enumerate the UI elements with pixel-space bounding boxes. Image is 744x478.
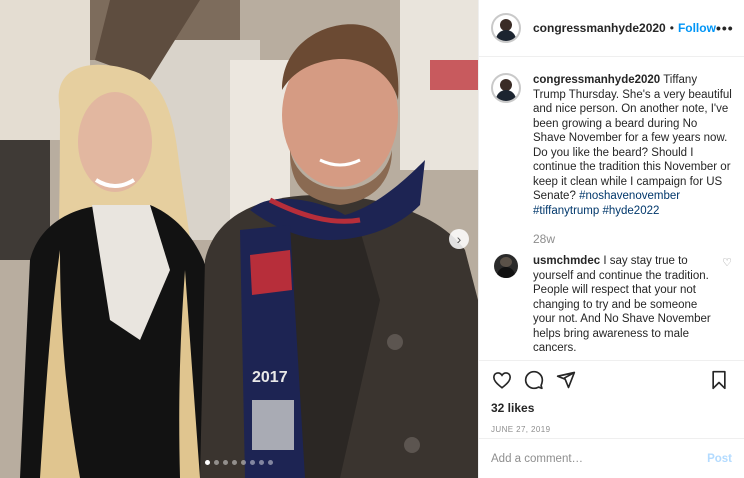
caption: congressmanhyde2020 Tiffany Trump Thursd…: [491, 73, 732, 218]
header-username[interactable]: congressmanhyde2020: [533, 21, 666, 35]
post-comment-button[interactable]: Post: [707, 453, 732, 465]
more-options-icon[interactable]: •••: [716, 20, 734, 36]
carousel-dot: [241, 460, 246, 465]
likes-count[interactable]: 32 likes: [491, 401, 732, 415]
share-icon[interactable]: [555, 369, 577, 391]
carousel-dot: [232, 460, 237, 465]
comments-section[interactable]: congressmanhyde2020 Tiffany Trump Thursd…: [479, 57, 744, 360]
comment-text: I say stay true to yourself and continue…: [533, 255, 711, 354]
caption-body: congressmanhyde2020 Tiffany Trump Thursd…: [533, 73, 732, 218]
comment: usmchmdec I say stay true to yourself an…: [491, 254, 732, 356]
carousel-dot: [259, 460, 264, 465]
hashtag-link[interactable]: #hyde2022: [602, 205, 659, 217]
comment-username[interactable]: usmchmdec: [533, 255, 600, 267]
caption-username[interactable]: congressmanhyde2020: [533, 74, 660, 86]
comment-input[interactable]: [491, 452, 708, 465]
commenter-avatar[interactable]: [494, 254, 518, 278]
profile-avatar[interactable]: [491, 13, 521, 43]
bookmark-icon[interactable]: [708, 369, 730, 391]
hashtag-link[interactable]: #tiffanytrump: [533, 205, 599, 217]
carousel-indicator: [0, 460, 478, 465]
heart-icon[interactable]: [491, 369, 513, 391]
scarf-text: 2017: [252, 369, 288, 386]
add-comment-bar: Post: [479, 438, 744, 478]
post-side-panel: congressmanhyde2020 • Follow ••• congres…: [478, 0, 744, 478]
header-separator: •: [669, 21, 674, 35]
follow-button[interactable]: Follow: [678, 21, 716, 35]
next-photo-button[interactable]: ›: [449, 229, 469, 249]
carousel-dot: [268, 460, 273, 465]
carousel-dot: [205, 460, 210, 465]
post-photo[interactable]: 2017 ›: [0, 0, 478, 478]
post-actions: 32 likes JUNE 27, 2019: [479, 360, 744, 434]
carousel-dot: [223, 460, 228, 465]
post-header: congressmanhyde2020 • Follow •••: [479, 0, 744, 57]
photo-illustration: 2017: [0, 0, 478, 478]
post-date[interactable]: JUNE 27, 2019: [491, 425, 732, 434]
caption-avatar[interactable]: [491, 73, 521, 103]
carousel-dot: [250, 460, 255, 465]
caption-timestamp[interactable]: 28w: [533, 232, 732, 246]
caption-text: Tiffany Trump Thursday. She's a very bea…: [533, 74, 732, 202]
comment-icon[interactable]: [523, 369, 545, 391]
comment-like-icon[interactable]: ♡: [722, 256, 732, 269]
hashtag-link[interactable]: #noshavenovember: [579, 190, 680, 202]
comment-body: usmchmdec I say stay true to yourself an…: [533, 254, 720, 356]
carousel-dot: [214, 460, 219, 465]
